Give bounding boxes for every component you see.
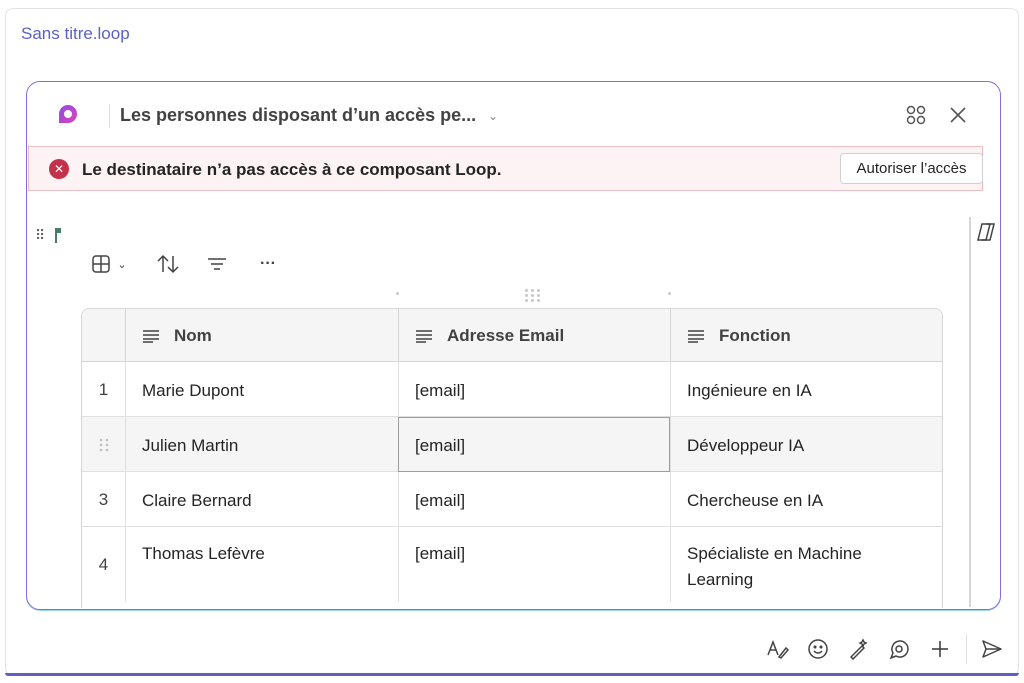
column-header-nom[interactable]: Nom <box>125 309 398 362</box>
row-number: 1 <box>98 379 109 399</box>
card-header: Les personnes disposant d’un accès pe...… <box>27 82 1000 146</box>
column-label: Fonction <box>719 325 791 345</box>
error-icon: ✕ <box>49 159 69 179</box>
cell-fonction[interactable]: Spécialiste en Machine Learning <box>670 527 942 602</box>
text-column-icon <box>688 329 704 343</box>
copilot-icon[interactable] <box>975 221 997 243</box>
format-icon[interactable] <box>764 636 790 662</box>
loop-logo-icon <box>59 105 77 123</box>
alert-message: Le destinataire n’a pas accès à ce compo… <box>82 160 502 179</box>
row-number: 4 <box>98 554 109 574</box>
filter-icon[interactable] <box>205 250 229 278</box>
cell-fonction[interactable]: Chercheuse en IA <box>670 472 942 527</box>
table-row[interactable]: Julien Martin [email] Développeur IA <box>82 417 942 472</box>
text-column-icon <box>416 329 432 343</box>
column-resize-dot <box>396 292 399 295</box>
cell-nom[interactable]: Thomas Lefèvre <box>125 527 398 602</box>
more-icon[interactable]: ··· <box>255 250 281 278</box>
chevron-down-icon[interactable]: ⌄ <box>488 109 498 123</box>
column-label: Nom <box>174 325 212 345</box>
column-label: Adresse Email <box>447 325 565 345</box>
send-icon[interactable] <box>979 636 1005 662</box>
cell-nom[interactable]: Claire Bernard <box>125 472 398 527</box>
cell-fonction[interactable]: Développeur IA <box>670 417 942 472</box>
copilot-pen-icon[interactable] <box>845 636 871 662</box>
cell-fonction[interactable]: Ingénieure en IA <box>670 362 942 417</box>
row-number: 3 <box>98 489 109 509</box>
cell-nom[interactable]: Marie Dupont <box>125 362 398 417</box>
data-table: Nom Adresse Email Fonction 1 Marie Dupon… <box>81 308 943 608</box>
compose-focus-bar <box>5 673 1019 676</box>
loop-component-card: Les personnes disposant d’un accès pe...… <box>26 81 1001 610</box>
table-row[interactable]: 4 Thomas Lefèvre [email] Spécialiste en … <box>82 527 942 602</box>
cell-email[interactable]: [email] <box>398 362 670 417</box>
cell-nom[interactable]: Julien Martin <box>125 417 398 472</box>
add-icon[interactable] <box>927 636 953 662</box>
header-divider <box>109 104 110 128</box>
close-icon[interactable] <box>945 102 971 128</box>
column-header-fonction[interactable]: Fonction <box>670 309 942 362</box>
drag-handle-icon[interactable]: ⠿ <box>35 227 45 244</box>
column-header-email[interactable]: Adresse Email <box>398 309 670 362</box>
table-row[interactable]: 1 Marie Dupont [email] Ingénieure en IA <box>82 362 942 417</box>
loop-icon[interactable] <box>886 636 912 662</box>
attachment-name[interactable]: Sans titre.loop <box>21 24 130 44</box>
card-title[interactable]: Les personnes disposant d’un accès pe... <box>120 105 476 126</box>
row-drag-handle-icon[interactable] <box>82 417 125 472</box>
flag-icon <box>55 228 61 243</box>
grant-access-button[interactable]: Autoriser l’accès <box>840 153 983 184</box>
vertical-scrollbar[interactable] <box>969 217 971 607</box>
access-error-banner: ✕ Le destinataire n’a pas accès à ce com… <box>28 146 983 191</box>
sort-icon[interactable] <box>155 250 181 278</box>
toolbar-separator <box>966 634 967 664</box>
table-header-row: Nom Adresse Email Fonction <box>82 309 942 362</box>
apps-grid-icon[interactable] <box>903 102 929 128</box>
emoji-icon[interactable] <box>805 636 831 662</box>
chevron-down-icon[interactable]: ⌄ <box>115 250 129 278</box>
table-row[interactable]: 3 Claire Bernard [email] Chercheuse en I… <box>82 472 942 527</box>
cell-email[interactable]: [email] <box>398 472 670 527</box>
column-resize-dot <box>668 292 671 295</box>
column-drag-handle-icon[interactable] <box>524 288 542 302</box>
table-view-icon[interactable] <box>89 250 113 278</box>
cell-email-selected[interactable]: [email] <box>398 417 670 472</box>
text-column-icon <box>143 329 159 343</box>
cell-email[interactable]: [email] <box>398 527 670 602</box>
